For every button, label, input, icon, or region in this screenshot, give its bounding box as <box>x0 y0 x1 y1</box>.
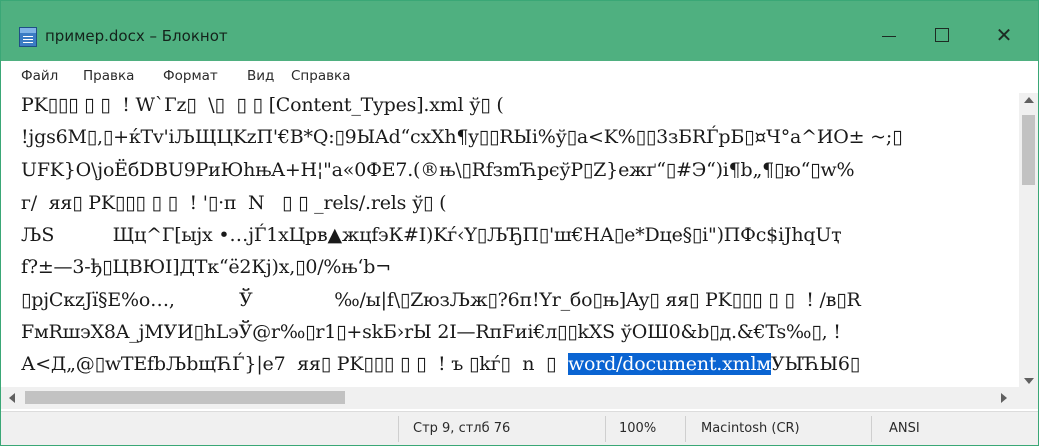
menu-view[interactable]: Вид <box>247 68 274 84</box>
text-line: г/ яя▯ PK▯▯▯ ▯ ▯ ! '▯·п N ▯ ▯ _rels/.rel… <box>21 192 447 214</box>
menu-file[interactable]: Файл <box>21 68 58 84</box>
text-line-suffix: УЫЋЫ6▯ <box>770 353 860 375</box>
close-icon: ✕ <box>995 23 1013 47</box>
scroll-right-arrow-icon[interactable] <box>1001 393 1007 403</box>
notepad-window: пример.docx – Блокнот ✕ Файл Правка Форм… <box>0 0 1039 446</box>
window-title: пример.docx – Блокнот <box>45 27 228 45</box>
vertical-scroll-thumb[interactable] <box>1022 115 1035 185</box>
menu-format[interactable]: Формат <box>163 68 218 84</box>
text-line: f?±—3-ђ▯ЦВЮI]ДТк“ё2Кj)x,▯0/%њ‘b¬ <box>21 256 391 278</box>
scroll-left-arrow-icon[interactable] <box>9 393 15 403</box>
status-encoding: ANSI <box>889 421 920 436</box>
text-line: FмRшэX8A_jМУИ▯hLэЎ@r‰▯r1▯+skБ›rЫ 2I—RпFи… <box>21 321 841 343</box>
text-line: ЉS Щц^Г[ыјх •…jЃ1xЦрв▲жцfэК#I)Kѓ‹Y▯ЉЂП▯'… <box>21 224 842 246</box>
selected-text[interactable]: word/document.xmlм <box>567 353 771 375</box>
status-divider <box>685 416 686 442</box>
horizontal-scroll-thumb[interactable] <box>25 391 345 404</box>
title-bar[interactable]: пример.docx – Блокнот ✕ <box>1 1 1038 61</box>
text-line: PK▯▯▯ ▯ ▯ ! W`Гz▯ \▯ ▯ ▯ [Content_Types]… <box>21 94 504 116</box>
text-line: !jgs6M▯,▯+ќTv'iЉЩЦKzП'€В*Q:▯9ЫAd“cxXh¶y▯… <box>21 126 903 148</box>
scrollbar-corner <box>1019 391 1038 409</box>
status-divider <box>398 416 399 442</box>
scroll-up-arrow-icon[interactable] <box>1024 97 1034 103</box>
status-cursor-position: Стр 9, стлб 76 <box>413 421 511 436</box>
close-button[interactable]: ✕ <box>984 17 1024 53</box>
status-zoom: 100% <box>619 421 657 436</box>
scroll-down-arrow-icon[interactable] <box>1024 378 1034 384</box>
status-divider <box>605 416 606 442</box>
text-line-prefix: А<Д„@▯wTEfbЉbщЋЃ}|e7 яя▯ PK▯▯▯ ▯ ▯ ! ъ ▯… <box>21 353 568 375</box>
horizontal-scrollbar[interactable] <box>1 387 1019 409</box>
status-line-endings: Macintosh (CR) <box>701 421 800 436</box>
menu-edit[interactable]: Правка <box>83 68 134 84</box>
minimize-button[interactable] <box>869 17 909 53</box>
maximize-icon <box>935 28 949 42</box>
status-bar: Стр 9, стлб 76 100% Macintosh (CR) ANSI <box>1 411 1038 445</box>
notepad-app-icon[interactable] <box>19 27 37 47</box>
vertical-scrollbar[interactable] <box>1019 93 1038 391</box>
text-line-with-selection: А<Д„@▯wTEfbЉbщЋЃ}|e7 яя▯ PK▯▯▯ ▯ ▯ ! ъ ▯… <box>21 353 860 375</box>
text-line: UFK}O\joЁбDBU9РиЮhњA+H¦"a«0ФЕ7.(®њ\▯Rfзm… <box>21 159 855 181</box>
minimize-icon <box>882 35 896 37</box>
menu-help[interactable]: Справка <box>291 68 350 84</box>
menu-bar: Файл Правка Формат Вид Справка <box>1 61 1038 91</box>
text-editor-area[interactable]: PK▯▯▯ ▯ ▯ ! W`Гz▯ \▯ ▯ ▯ [Content_Types]… <box>3 93 1018 385</box>
status-divider <box>871 416 872 442</box>
text-line: ▯pjCкzЈї§E%о…, Ў ‰/ы|f\▯ZюзЉж▯?6п!Yr_бо▯… <box>21 289 861 311</box>
maximize-button[interactable] <box>922 17 962 53</box>
